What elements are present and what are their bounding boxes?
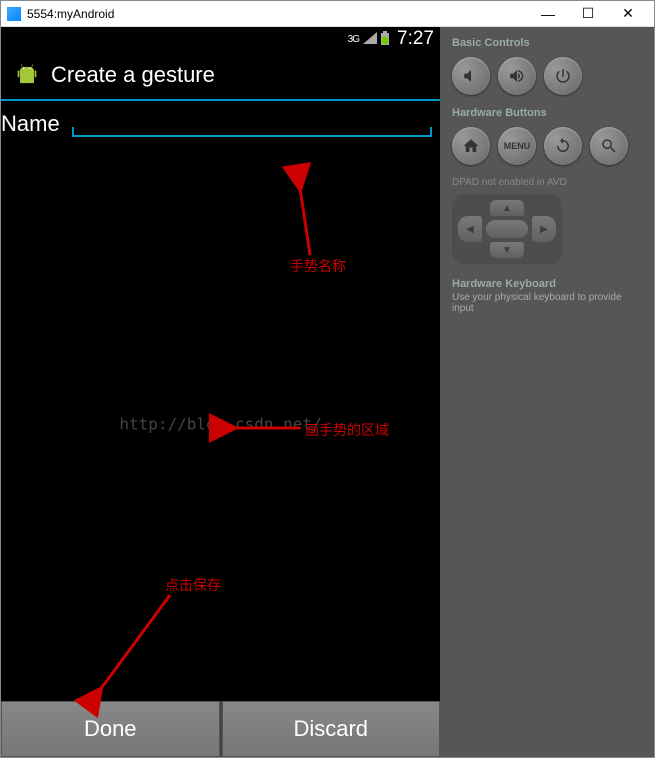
dpad: ▲ ▼ ◀ ▶ xyxy=(452,194,562,264)
page-title: Create a gesture xyxy=(51,62,215,88)
hardware-buttons-row: MENU xyxy=(452,127,642,165)
dpad-label: DPAD not enabled in AVD xyxy=(452,177,642,188)
basic-controls-label: Basic Controls xyxy=(452,37,642,49)
dpad-up[interactable]: ▲ xyxy=(490,200,524,216)
dpad-left[interactable]: ◀ xyxy=(458,216,482,242)
dpad-down[interactable]: ▼ xyxy=(490,242,524,258)
device-screen: 3G 7:27 Create a gesture xyxy=(1,27,440,757)
window-title: 5554:myAndroid xyxy=(27,7,528,21)
input-underline xyxy=(72,129,432,137)
back-button[interactable] xyxy=(544,127,582,165)
clock: 7:27 xyxy=(397,28,434,50)
android-icon xyxy=(13,61,41,89)
hw-keyboard-title: Hardware Keyboard xyxy=(452,278,642,290)
name-row: Name xyxy=(1,101,440,147)
app-icon xyxy=(7,7,21,21)
name-label: Name xyxy=(1,111,72,137)
window-content: 3G 7:27 Create a gesture xyxy=(1,27,654,757)
search-button[interactable] xyxy=(590,127,628,165)
discard-button[interactable]: Discard xyxy=(222,701,441,757)
minimize-button[interactable]: — xyxy=(528,2,568,26)
emulator-window: 5554:myAndroid — ☐ ✕ 3G 7:27 xyxy=(0,0,655,758)
name-input-wrap xyxy=(72,113,432,137)
basic-controls-row xyxy=(452,57,642,95)
app-header: Create a gesture xyxy=(1,51,440,99)
battery-icon xyxy=(381,31,389,48)
close-button[interactable]: ✕ xyxy=(608,2,648,26)
power-button[interactable] xyxy=(544,57,582,95)
emulator-sidebar: Basic Controls Hardware Buttons MENU DPA… xyxy=(440,27,654,757)
dpad-right[interactable]: ▶ xyxy=(532,216,556,242)
volume-up-button[interactable] xyxy=(498,57,536,95)
maximize-button[interactable]: ☐ xyxy=(568,2,608,26)
home-button[interactable] xyxy=(452,127,490,165)
done-button[interactable]: Done xyxy=(1,701,220,757)
gesture-draw-area[interactable]: http://blog.csdn.net/ xyxy=(1,147,440,701)
watermark-text: http://blog.csdn.net/ xyxy=(119,415,321,434)
android-statusbar: 3G 7:27 xyxy=(1,27,440,51)
hw-keyboard-sub: Use your physical keyboard to provide in… xyxy=(452,292,642,314)
volume-down-button[interactable] xyxy=(452,57,490,95)
button-bar: Done Discard xyxy=(1,701,440,757)
network-indicator: 3G xyxy=(348,34,359,45)
dpad-center[interactable] xyxy=(486,220,528,238)
window-titlebar: 5554:myAndroid — ☐ ✕ xyxy=(1,1,654,27)
hardware-buttons-label: Hardware Buttons xyxy=(452,107,642,119)
menu-button[interactable]: MENU xyxy=(498,127,536,165)
signal-icon xyxy=(363,32,377,47)
